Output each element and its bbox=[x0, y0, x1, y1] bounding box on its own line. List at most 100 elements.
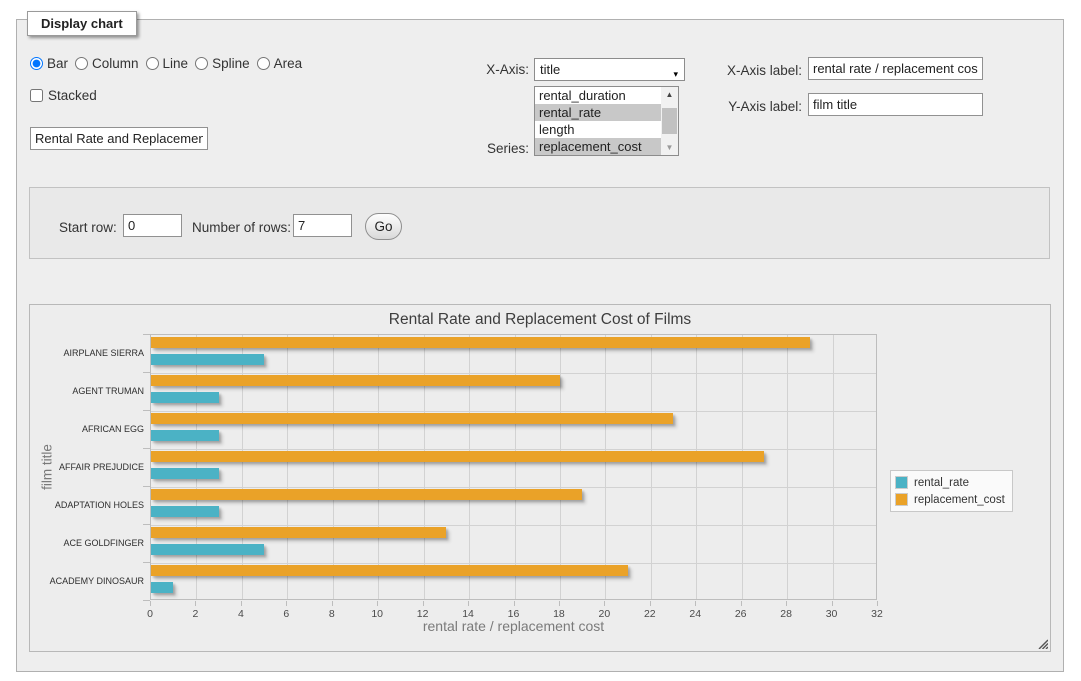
x-tickmark-12 bbox=[423, 601, 424, 606]
chart-type-radio-bar[interactable] bbox=[30, 57, 43, 70]
chart-type-radio-spline[interactable] bbox=[195, 57, 208, 70]
x-axis-label-input[interactable] bbox=[808, 57, 983, 80]
bar-replacement_cost bbox=[151, 413, 673, 424]
chart-type-label-spline: Spline bbox=[212, 56, 250, 71]
category-label: AIRPLANE SIERRA bbox=[30, 334, 144, 372]
chart-type-column[interactable]: Column bbox=[75, 56, 139, 71]
bar-rental_rate bbox=[151, 468, 219, 479]
chart-type-line[interactable]: Line bbox=[146, 56, 189, 71]
page: Display chart Bar Column Line Spline Area St… bbox=[0, 0, 1081, 681]
y-tickmark-7 bbox=[143, 600, 150, 601]
x-tickmark-4 bbox=[241, 601, 242, 606]
legend-swatch-replacement_cost bbox=[895, 493, 908, 506]
bar-replacement_cost bbox=[151, 527, 446, 538]
legend-row-replacement_cost: replacement_cost bbox=[895, 491, 1005, 508]
chart-type-radio-area[interactable] bbox=[257, 57, 270, 70]
y-tickmark-0 bbox=[143, 334, 150, 335]
resize-handle-icon[interactable] bbox=[1037, 638, 1048, 649]
series-label: Series: bbox=[461, 139, 529, 159]
chart-type-radiogroup: Bar Column Line Spline Area bbox=[30, 56, 302, 71]
stacked-checkbox-row[interactable]: Stacked bbox=[30, 88, 97, 103]
y-axis-label-label: Y-Axis label: bbox=[707, 97, 802, 117]
fieldset-legend: Display chart bbox=[27, 11, 137, 36]
chart-type-label-area: Area bbox=[274, 56, 303, 71]
chart-legend: rental_rate replacement_cost bbox=[890, 470, 1013, 512]
scroll-up-icon[interactable]: ▲ bbox=[661, 87, 678, 102]
go-button[interactable]: Go bbox=[365, 213, 402, 240]
x-tickmark-18 bbox=[559, 601, 560, 606]
x-tickmark-0 bbox=[150, 601, 151, 606]
stacked-label: Stacked bbox=[48, 88, 97, 103]
category-label: ACADEMY DINOSAUR bbox=[30, 562, 144, 600]
display-chart-fieldset: Display chart BarColumnLineSplineArea St… bbox=[16, 19, 1064, 672]
x-axis-selected-value: title bbox=[540, 62, 560, 77]
series-listbox[interactable]: rental_durationrental_ratelengthreplacem… bbox=[534, 86, 679, 156]
legend-label-replacement_cost: replacement_cost bbox=[914, 494, 1005, 506]
bar-rental_rate bbox=[151, 506, 219, 517]
y-tickmark-3 bbox=[143, 448, 150, 449]
chart-type-label-line: Line bbox=[163, 56, 189, 71]
series-option-rental_rate[interactable]: rental_rate bbox=[535, 104, 661, 121]
y-axis-label-input[interactable] bbox=[808, 93, 983, 116]
x-tickmark-2 bbox=[195, 601, 196, 606]
chart-container: Rental Rate and Replacement Cost of Film… bbox=[29, 304, 1051, 652]
x-tickmark-6 bbox=[286, 601, 287, 606]
x-axis-select-label: X-Axis: bbox=[461, 60, 529, 80]
chart-type-label-column: Column bbox=[92, 56, 139, 71]
x-tickmark-26 bbox=[741, 601, 742, 606]
x-tickmark-8 bbox=[332, 601, 333, 606]
x-tickmark-22 bbox=[650, 601, 651, 606]
x-tickmark-28 bbox=[786, 601, 787, 606]
x-axis-label-label: X-Axis label: bbox=[707, 61, 802, 81]
series-option-rental_duration[interactable]: rental_duration bbox=[535, 87, 661, 104]
bar-replacement_cost bbox=[151, 565, 628, 576]
legend-swatch-rental_rate bbox=[895, 476, 908, 489]
y-tickmark-4 bbox=[143, 486, 150, 487]
chart-x-axis-label: rental rate / replacement cost bbox=[150, 618, 877, 634]
series-scrollbar[interactable]: ▲ ▼ bbox=[661, 87, 678, 155]
bar-rental_rate bbox=[151, 430, 219, 441]
x-tickmark-10 bbox=[377, 601, 378, 606]
chart-title-input[interactable] bbox=[30, 127, 208, 150]
bar-rental_rate bbox=[151, 354, 264, 365]
x-tickmark-20 bbox=[604, 601, 605, 606]
legend-label-rental_rate: rental_rate bbox=[914, 477, 969, 489]
chart-y-axis-label: film title bbox=[40, 444, 55, 490]
x-tickmark-30 bbox=[832, 601, 833, 606]
x-axis-select[interactable]: title ▾ bbox=[534, 58, 685, 81]
bar-rental_rate bbox=[151, 544, 264, 555]
chart-type-radio-line[interactable] bbox=[146, 57, 159, 70]
chart-type-bar[interactable]: Bar bbox=[30, 56, 68, 71]
x-tickmark-24 bbox=[695, 601, 696, 606]
num-rows-label: Number of rows: bbox=[192, 218, 291, 238]
scroll-down-icon[interactable]: ▼ bbox=[661, 140, 678, 155]
rows-panel: Start row: Number of rows: Go bbox=[29, 187, 1050, 259]
chart-type-spline[interactable]: Spline bbox=[195, 56, 250, 71]
x-tickmark-32 bbox=[877, 601, 878, 606]
num-rows-input[interactable] bbox=[293, 214, 352, 237]
bar-rental_rate bbox=[151, 582, 173, 593]
y-tickmark-2 bbox=[143, 410, 150, 411]
x-tickmark-14 bbox=[468, 601, 469, 606]
series-options: rental_durationrental_ratelengthreplacem… bbox=[535, 87, 661, 155]
chevron-down-icon: ▾ bbox=[673, 64, 678, 85]
start-row-label: Start row: bbox=[59, 218, 117, 238]
chart-type-label-bar: Bar bbox=[47, 56, 68, 71]
scrollbar-thumb[interactable] bbox=[662, 108, 677, 134]
start-row-input[interactable] bbox=[123, 214, 182, 237]
stacked-checkbox[interactable] bbox=[30, 89, 43, 102]
chart-type-area[interactable]: Area bbox=[257, 56, 303, 71]
bar-replacement_cost bbox=[151, 451, 764, 462]
y-tickmark-5 bbox=[143, 524, 150, 525]
category-label: AGENT TRUMAN bbox=[30, 372, 144, 410]
legend-row-rental_rate: rental_rate bbox=[895, 474, 1005, 491]
y-tickmark-1 bbox=[143, 372, 150, 373]
bar-replacement_cost bbox=[151, 489, 582, 500]
category-label: ADAPTATION HOLES bbox=[30, 486, 144, 524]
chart-type-radio-column[interactable] bbox=[75, 57, 88, 70]
series-option-length[interactable]: length bbox=[535, 121, 661, 138]
series-option-replacement_cost[interactable]: replacement_cost bbox=[535, 138, 661, 155]
x-tickmark-16 bbox=[514, 601, 515, 606]
bar-rental_rate bbox=[151, 392, 219, 403]
bar-replacement_cost bbox=[151, 337, 810, 348]
